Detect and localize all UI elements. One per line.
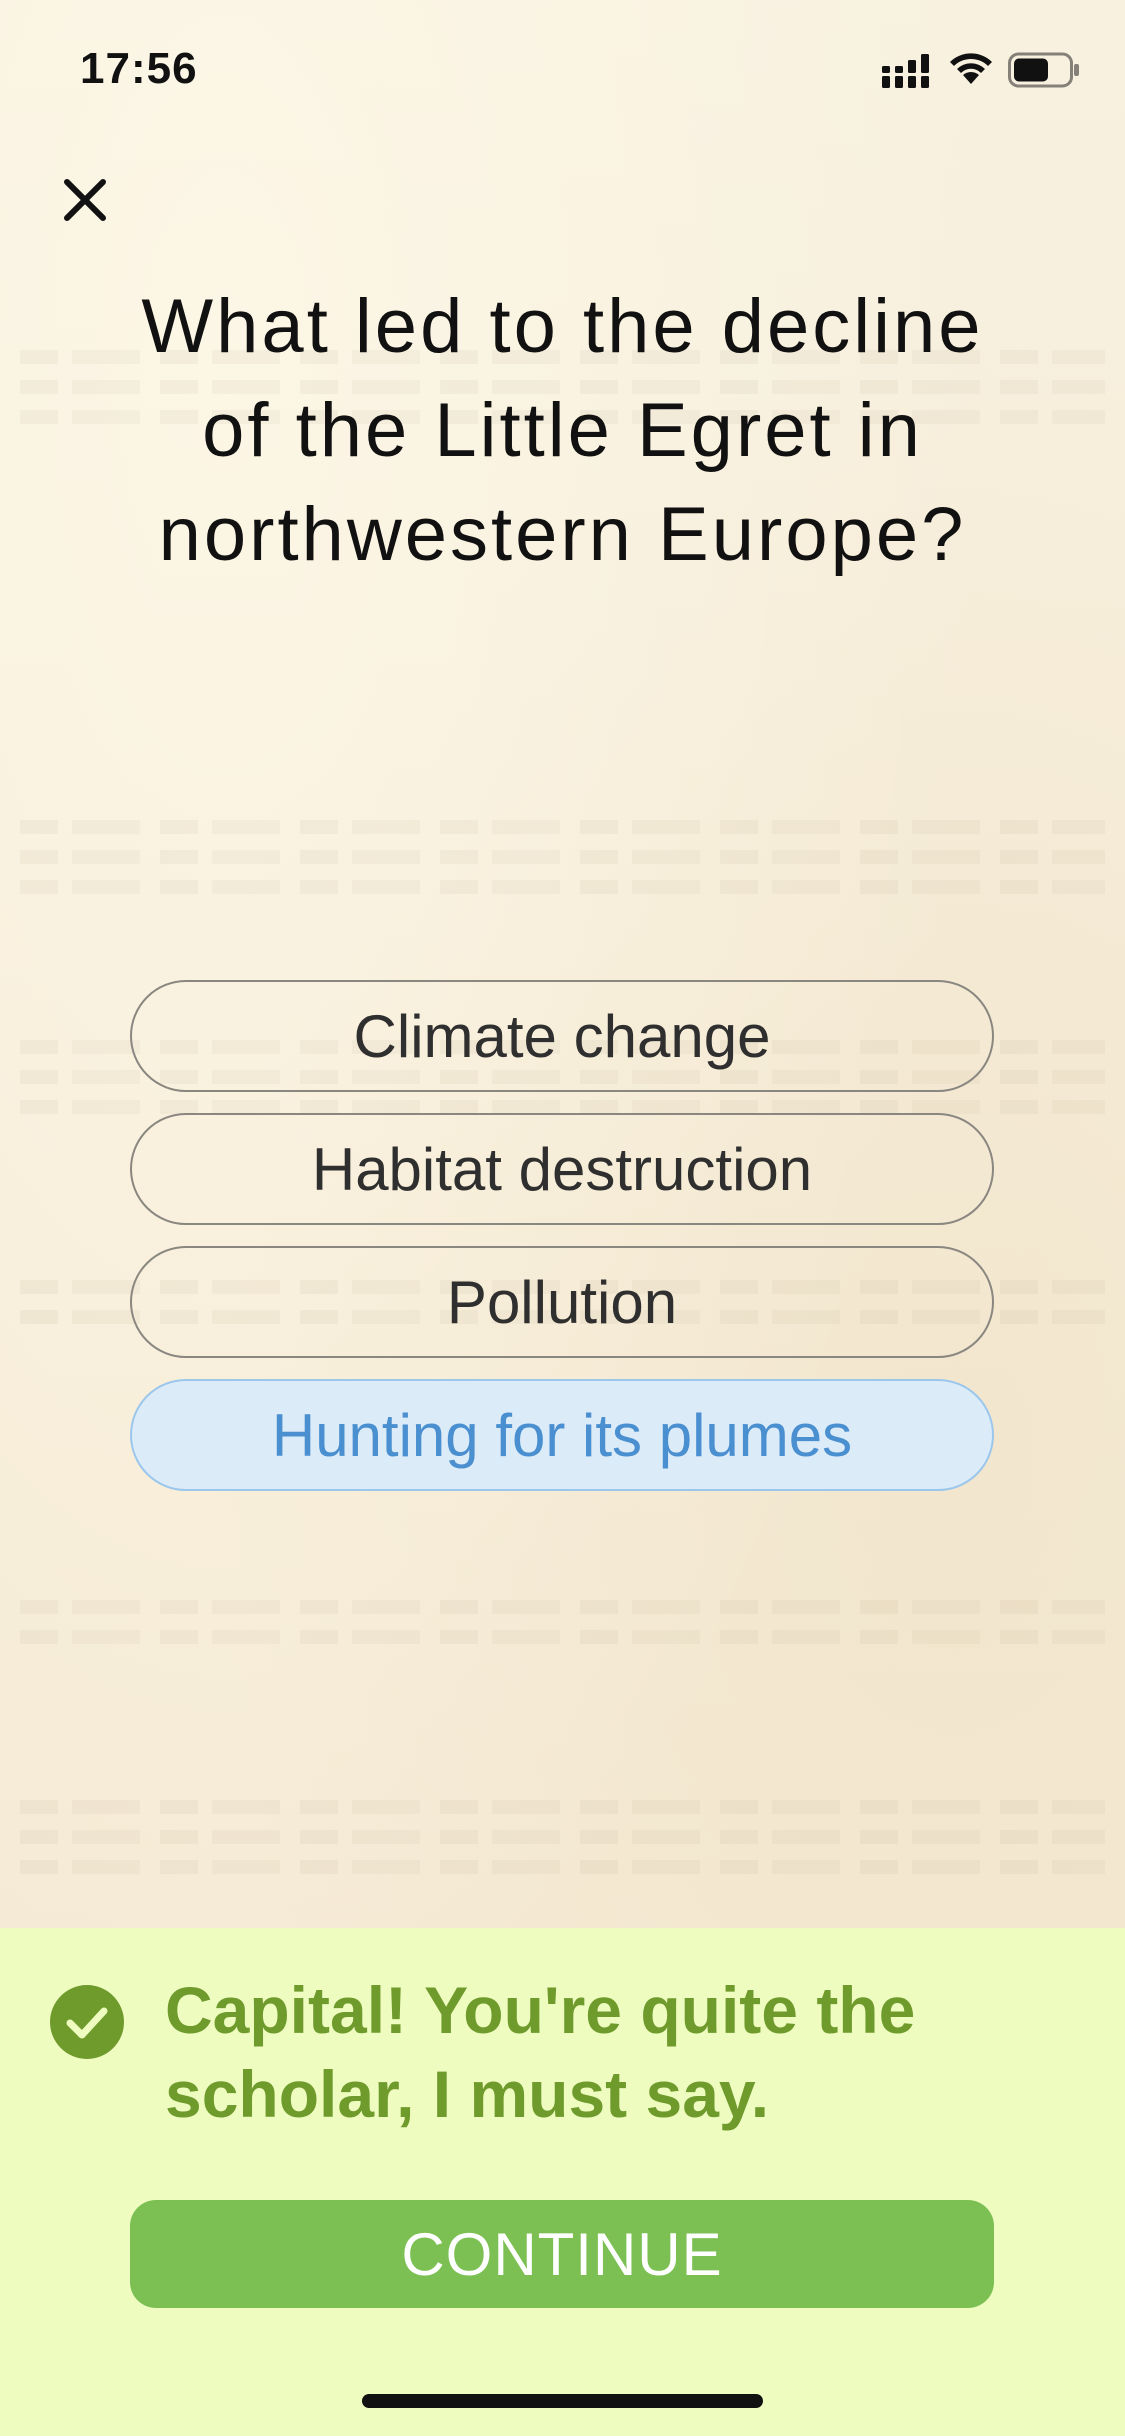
continue-button[interactable]: CONTINUE	[130, 2200, 994, 2308]
wifi-icon	[950, 53, 992, 84]
answer-option-habitat-destruction[interactable]: Habitat destruction	[130, 1113, 994, 1225]
question-title: What led to the decline of the Little Eg…	[141, 284, 984, 577]
close-icon	[64, 179, 106, 221]
feedback-panel: Capital! You're quite the scholar, I mus…	[0, 1928, 1125, 2436]
answer-list: Climate change Habitat destruction Pollu…	[130, 980, 994, 1512]
close-button[interactable]	[50, 165, 120, 235]
status-time: 17:56	[80, 44, 198, 93]
check-circle-icon	[50, 1985, 124, 2059]
answer-option-hunting-for-plumes[interactable]: Hunting for its plumes	[130, 1379, 994, 1491]
status-bar: 17:56	[0, 0, 1125, 140]
signal-icon	[882, 54, 929, 88]
answer-option-climate-change[interactable]: Climate change	[130, 980, 994, 1092]
answer-option-pollution[interactable]: Pollution	[130, 1246, 994, 1358]
home-indicator	[362, 2394, 763, 2408]
feedback-message: Capital! You're quite the scholar, I mus…	[165, 1973, 916, 2131]
battery-icon	[1008, 52, 1079, 88]
